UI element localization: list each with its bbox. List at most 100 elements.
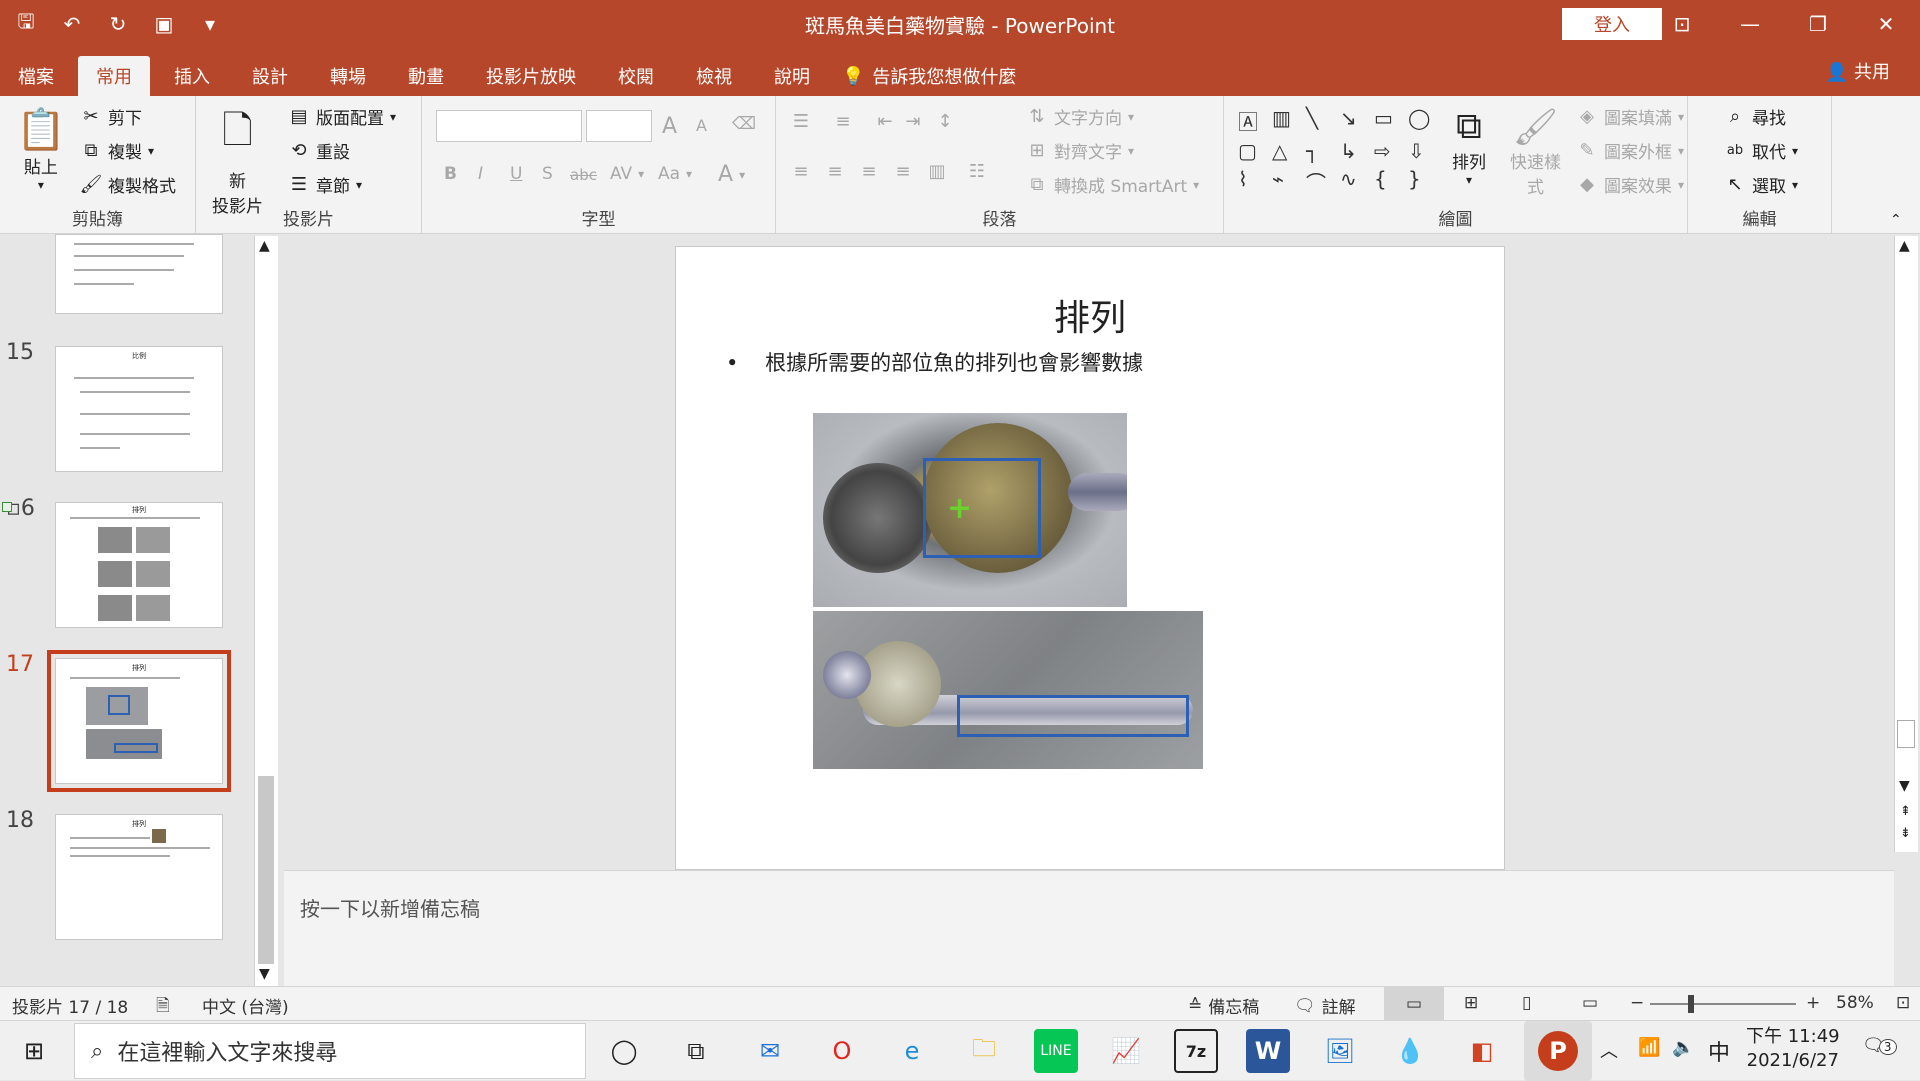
zebrafish-image-top[interactable]: + [813, 413, 1127, 607]
brace-right-icon[interactable]: } [1408, 167, 1438, 196]
reset-button[interactable]: ⟲ 重設 [288, 138, 350, 163]
mail-app-icon[interactable]: ✉ [748, 1029, 792, 1073]
align-text-button[interactable]: ⊞ 對齊文字 ▾ [1026, 138, 1134, 163]
tab-animations[interactable]: 動畫 [390, 56, 462, 96]
previous-slide-icon[interactable]: ⇞ [1900, 804, 1911, 819]
rectangle-shape-icon[interactable]: ▭ [1374, 106, 1404, 135]
login-button[interactable]: 登入 [1562, 8, 1662, 40]
slide-thumbnail-16[interactable]: 排列 [55, 502, 223, 628]
zoom-out-button[interactable]: − [1630, 993, 1644, 1013]
share-button[interactable]: 👤 共用 [1826, 58, 1890, 84]
notes-pane[interactable]: 按一下以新增備忘稿 [284, 870, 1894, 986]
right-arrow-shape-icon[interactable]: ⇨ [1374, 139, 1404, 163]
zoom-slider[interactable] [1650, 1003, 1796, 1005]
slide-thumbnail-14[interactable] [55, 234, 223, 314]
scroll-up-icon[interactable]: ▲ [1899, 238, 1910, 254]
bullets-button[interactable]: ☰ [790, 110, 812, 132]
elbow-connector-icon[interactable]: ┐ [1306, 139, 1336, 163]
zoom-in-button[interactable]: + [1806, 993, 1820, 1013]
copy-button[interactable]: ⧉ 複製 ▾ [80, 138, 154, 163]
slide-title[interactable]: 排列 [676, 289, 1504, 341]
down-arrow-shape-icon[interactable]: ⇩ [1408, 139, 1438, 163]
slide-thumbnail-15[interactable]: 比例 [55, 346, 223, 472]
powerpoint-taskbar-button[interactable]: P [1524, 1021, 1592, 1081]
opera-browser-icon[interactable]: O [820, 1029, 864, 1073]
shadow-button[interactable]: S [542, 164, 553, 184]
tab-transitions[interactable]: 轉場 [312, 56, 384, 96]
replace-button[interactable]: ab 取代 ▾ [1724, 138, 1798, 163]
ribbon-display-icon[interactable]: ⊡ [1648, 6, 1716, 42]
select-button[interactable]: ↖ 選取 ▾ [1724, 172, 1798, 197]
numbering-button[interactable]: ≡ [832, 110, 854, 132]
oval-shape-icon[interactable]: ◯ [1408, 106, 1438, 135]
thumbnail-scrollbar[interactable]: ▲ ▼ [254, 236, 278, 986]
text-direction-button[interactable]: ⇅ 文字方向 ▾ [1026, 104, 1134, 129]
tab-insert[interactable]: 插入 [156, 56, 228, 96]
show-hidden-icons[interactable]: ︿ [1600, 1037, 1618, 1063]
layout-button[interactable]: ▤ 版面配置 ▾ [288, 104, 396, 129]
tell-me-box[interactable]: 💡 告訴我您想做什麼 [834, 56, 1016, 96]
minimize-icon[interactable]: — [1716, 6, 1784, 42]
zebrafish-image-bottom[interactable] [813, 611, 1203, 769]
slide-indicator[interactable]: 投影片 17 / 18 [12, 993, 128, 1018]
elbow-arrow-icon[interactable]: ↳ [1340, 139, 1370, 163]
cortana-icon[interactable]: ◯ [602, 1029, 646, 1073]
ime-indicator[interactable]: 中 [1708, 1035, 1730, 1067]
reading-view-button[interactable]: ▯ [1522, 993, 1531, 1013]
increase-indent-button[interactable]: ⇥ [902, 110, 924, 132]
shape-outline-button[interactable]: ✎ 圖案外框 ▾ [1576, 138, 1684, 163]
spell-check-icon[interactable]: 🗎 [156, 993, 170, 1022]
decrease-indent-button[interactable]: ⇤ [874, 110, 896, 132]
restore-icon[interactable]: ❐ [1784, 6, 1852, 42]
task-view-icon[interactable]: ⧉ [674, 1029, 718, 1073]
strikethrough-button[interactable]: abc [570, 166, 597, 184]
slide-bullet[interactable]: • 根據所需要的部位魚的排列也會影響數據 [726, 347, 1143, 377]
zoom-slider-thumb[interactable] [1688, 995, 1694, 1013]
underline-button[interactable]: U [510, 164, 522, 184]
shape-effects-button[interactable]: ◆ 圖案效果 ▾ [1576, 172, 1684, 197]
clock[interactable]: 下午 11:49 2021/6/27 [1746, 1025, 1840, 1073]
align-left-button[interactable]: ≡ [790, 160, 812, 182]
freeform-shape-icon[interactable]: ⌇ [1238, 167, 1268, 196]
line-spacing-button[interactable]: ↕ [934, 110, 956, 132]
scroll-down-icon[interactable]: ▼ [259, 966, 270, 982]
textbox-shape-icon[interactable]: 🄰 [1238, 106, 1268, 135]
comments-toggle[interactable]: 🗨 註解 [1294, 993, 1356, 1019]
bold-button[interactable]: B [444, 164, 457, 184]
collapse-ribbon-icon[interactable]: ⌃ [1890, 212, 1902, 228]
line-app-icon[interactable]: LINE [1034, 1029, 1078, 1073]
tab-file[interactable]: 檔案 [0, 56, 72, 96]
grow-font-button[interactable]: A [662, 114, 677, 139]
zoom-level[interactable]: 58% [1836, 993, 1874, 1013]
edge-browser-icon[interactable]: e [890, 1029, 934, 1073]
fit-to-window-icon[interactable]: ⊡ [1896, 993, 1910, 1013]
find-button[interactable]: ⌕ 尋找 [1724, 104, 1786, 129]
slideshow-button[interactable]: ▭ [1582, 993, 1598, 1013]
format-painter-button[interactable]: 🖌 複製格式 [80, 172, 176, 197]
clear-format-icon[interactable]: ⌫ [732, 114, 756, 134]
justify-button[interactable]: ≡ [892, 160, 914, 182]
slide-thumbnail-17-current[interactable]: 排列 [47, 650, 231, 792]
chart-app-icon[interactable]: 📈 [1104, 1029, 1148, 1073]
arrow-line-shape-icon[interactable]: ↘ [1340, 106, 1370, 135]
align-right-button[interactable]: ≡ [858, 160, 880, 182]
tab-view[interactable]: 檢視 [678, 56, 750, 96]
wifi-icon[interactable]: 📶 [1638, 1037, 1660, 1058]
file-explorer-icon[interactable]: 🗀 [962, 1029, 1006, 1073]
photos-app-icon[interactable]: 🖼 [1318, 1029, 1362, 1073]
distribute-button[interactable]: ☷ [966, 160, 988, 182]
office-app-icon[interactable]: ◧ [1460, 1029, 1504, 1073]
scroll-up-icon[interactable]: ▲ [259, 238, 270, 254]
close-icon[interactable]: ✕ [1852, 6, 1920, 42]
tab-design[interactable]: 設計 [234, 56, 306, 96]
arrange-button[interactable]: ⧉ 排列 ▾ [1452, 106, 1486, 187]
line-shape-icon[interactable]: ╲ [1306, 106, 1336, 135]
tab-help[interactable]: 說明 [756, 56, 828, 96]
scroll-thumb[interactable] [1897, 720, 1915, 748]
slide-thumbnail-18[interactable]: 排列 [55, 814, 223, 940]
word-app-icon[interactable]: W [1246, 1029, 1290, 1073]
7zip-icon[interactable]: 7z [1174, 1029, 1218, 1073]
shrink-font-button[interactable]: A [696, 116, 707, 135]
current-slide[interactable]: 排列 • 根據所需要的部位魚的排列也會影響數據 + [675, 246, 1505, 870]
windows-start-icon[interactable]: ⊞ [12, 1029, 56, 1073]
